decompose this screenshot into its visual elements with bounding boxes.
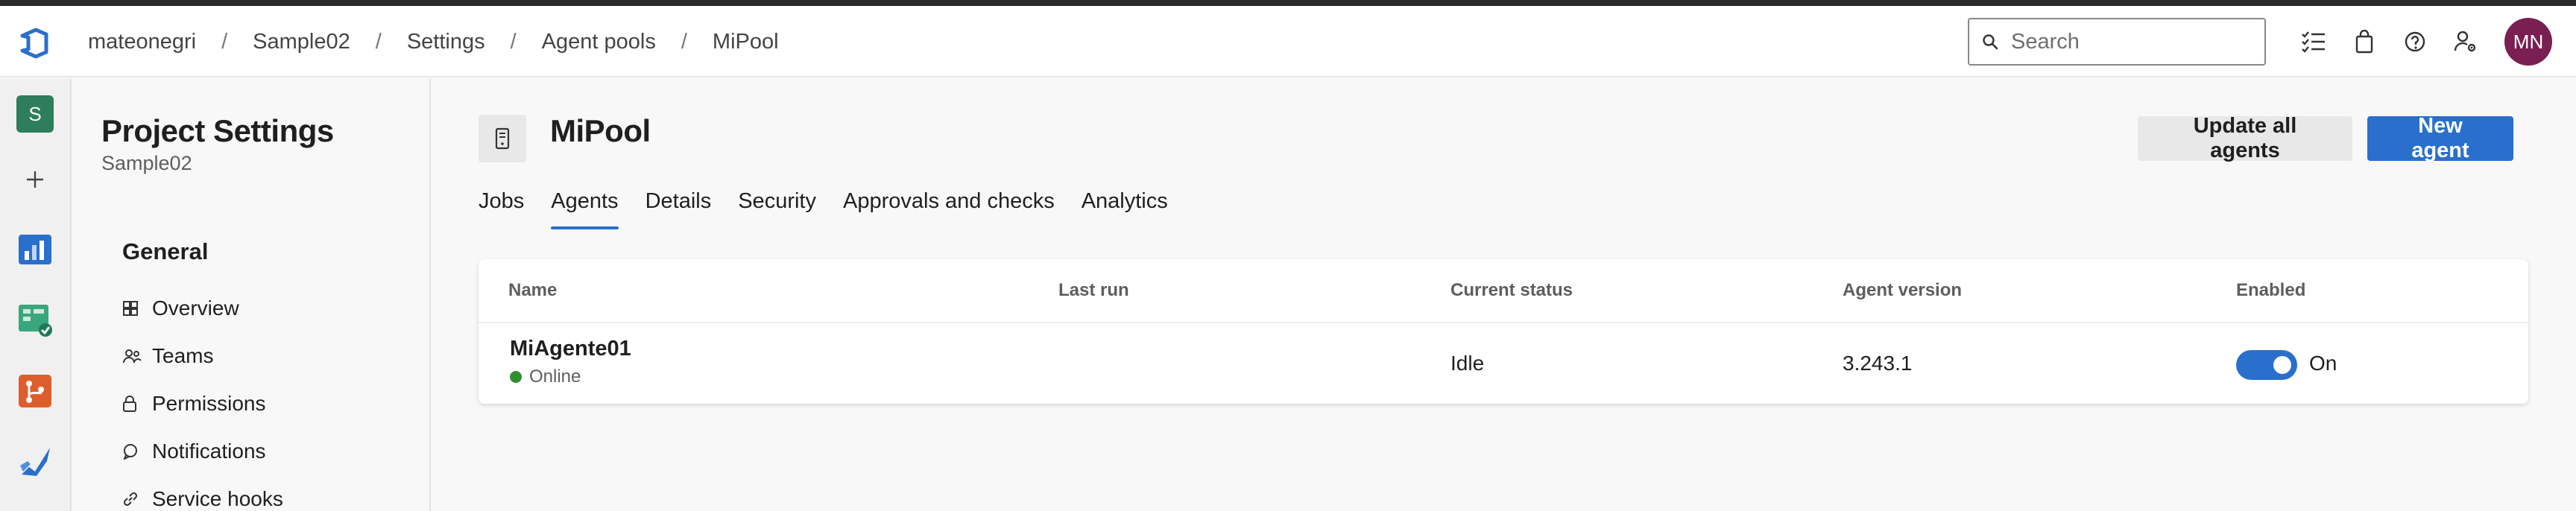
link-icon xyxy=(122,491,152,507)
tab-approvals-and-checks[interactable]: Approvals and checks xyxy=(843,185,1055,229)
plus-icon[interactable] xyxy=(16,161,54,198)
agent-pool-icon xyxy=(479,115,526,162)
checklist-icon[interactable] xyxy=(2299,27,2329,57)
shopping-bag-icon[interactable] xyxy=(2349,27,2379,57)
user-settings-icon[interactable] xyxy=(2451,27,2481,57)
tab-security[interactable]: Security xyxy=(738,185,816,229)
pipelines-icon[interactable] xyxy=(16,442,54,480)
overview-dashboard-icon[interactable] xyxy=(16,231,54,268)
column-header-agent-version[interactable]: Agent version xyxy=(1843,259,1962,322)
nav-item-service-hooks[interactable]: Service hooks xyxy=(122,484,283,511)
current-status-cell: Idle xyxy=(1450,352,1485,375)
tab-agents[interactable]: Agents xyxy=(551,185,619,229)
breadcrumb-project[interactable]: Sample02 xyxy=(253,30,350,54)
breadcrumb-organization[interactable]: mateonegri xyxy=(88,30,196,54)
new-agent-button[interactable]: New agent xyxy=(2367,114,2513,162)
breadcrumb-agent-pools[interactable]: Agent pools xyxy=(542,30,656,54)
search-input[interactable] xyxy=(2011,29,2250,54)
toggle-knob xyxy=(2273,356,2291,374)
repos-icon[interactable] xyxy=(16,372,54,410)
left-rail: S xyxy=(0,79,72,511)
project-badge[interactable]: S xyxy=(16,95,54,133)
nav-item-label: Overview xyxy=(152,296,239,320)
page-title: MiPool xyxy=(550,113,651,148)
column-header-current-status[interactable]: Current status xyxy=(1450,259,1573,322)
tab-jobs[interactable]: Jobs xyxy=(479,185,524,229)
agents-table: Name Last run Current status Agent versi… xyxy=(479,259,2528,404)
section-heading-general: General xyxy=(122,238,209,264)
breadcrumb-separator: / xyxy=(221,29,228,54)
breadcrumb-settings[interactable]: Settings xyxy=(407,30,485,54)
nav-item-permissions[interactable]: Permissions xyxy=(122,389,265,419)
top-bar: mateonegri / Sample02 / Settings / Agent… xyxy=(0,6,2576,77)
breadcrumb-separator: / xyxy=(510,29,517,54)
search-box[interactable] xyxy=(1968,18,2266,66)
boards-icon[interactable] xyxy=(16,301,54,338)
breadcrumb-separator: / xyxy=(681,29,687,54)
agent-version-cell: 3.243.1 xyxy=(1843,352,1913,375)
nav-item-notifications[interactable]: Notifications xyxy=(122,437,266,466)
search-icon xyxy=(1969,34,2011,50)
column-header-enabled[interactable]: Enabled xyxy=(2236,259,2305,322)
overview-icon xyxy=(122,300,152,317)
azure-devops-logo-icon[interactable] xyxy=(18,27,51,60)
enabled-toggle[interactable] xyxy=(2236,350,2297,380)
header-divider xyxy=(479,322,2528,323)
tab-analytics[interactable]: Analytics xyxy=(1082,185,1168,229)
help-icon[interactable] xyxy=(2400,27,2430,57)
agent-name[interactable]: MiAgente01 xyxy=(510,337,631,361)
settings-project-name: Sample02 xyxy=(101,152,192,174)
breadcrumb-separator: / xyxy=(375,29,382,54)
nav-item-label: Service hooks xyxy=(152,487,283,510)
breadcrumb: mateonegri / Sample02 / Settings / Agent… xyxy=(88,6,779,77)
online-dot-icon xyxy=(510,371,522,383)
nav-item-overview[interactable]: Overview xyxy=(122,293,239,323)
avatar[interactable]: MN xyxy=(2504,18,2552,66)
nav-item-label: Teams xyxy=(152,344,214,367)
nav-item-label: Notifications xyxy=(152,439,266,463)
column-header-name[interactable]: Name xyxy=(508,259,557,322)
settings-title: Project Settings xyxy=(101,113,334,148)
column-header-last-run[interactable]: Last run xyxy=(1058,259,1129,322)
agent-status-label: Online xyxy=(529,366,581,387)
tab-details[interactable]: Details xyxy=(645,185,712,229)
settings-nav: Project Settings Sample02 General Overvi… xyxy=(72,79,431,511)
nav-item-label: Permissions xyxy=(152,392,266,415)
nav-item-teams[interactable]: Teams xyxy=(122,341,213,371)
enabled-toggle-label: On xyxy=(2309,352,2337,375)
lock-icon xyxy=(122,395,152,413)
update-all-agents-button[interactable]: Update all agents xyxy=(2138,114,2352,162)
window-top-stripe xyxy=(0,0,2576,6)
tab-bar: Jobs Agents Details Security Approvals a… xyxy=(479,185,1195,237)
breadcrumb-pool[interactable]: MiPool xyxy=(713,30,779,54)
chat-icon xyxy=(122,443,152,460)
agent-online-status: Online xyxy=(510,366,581,387)
teams-icon xyxy=(122,348,152,364)
